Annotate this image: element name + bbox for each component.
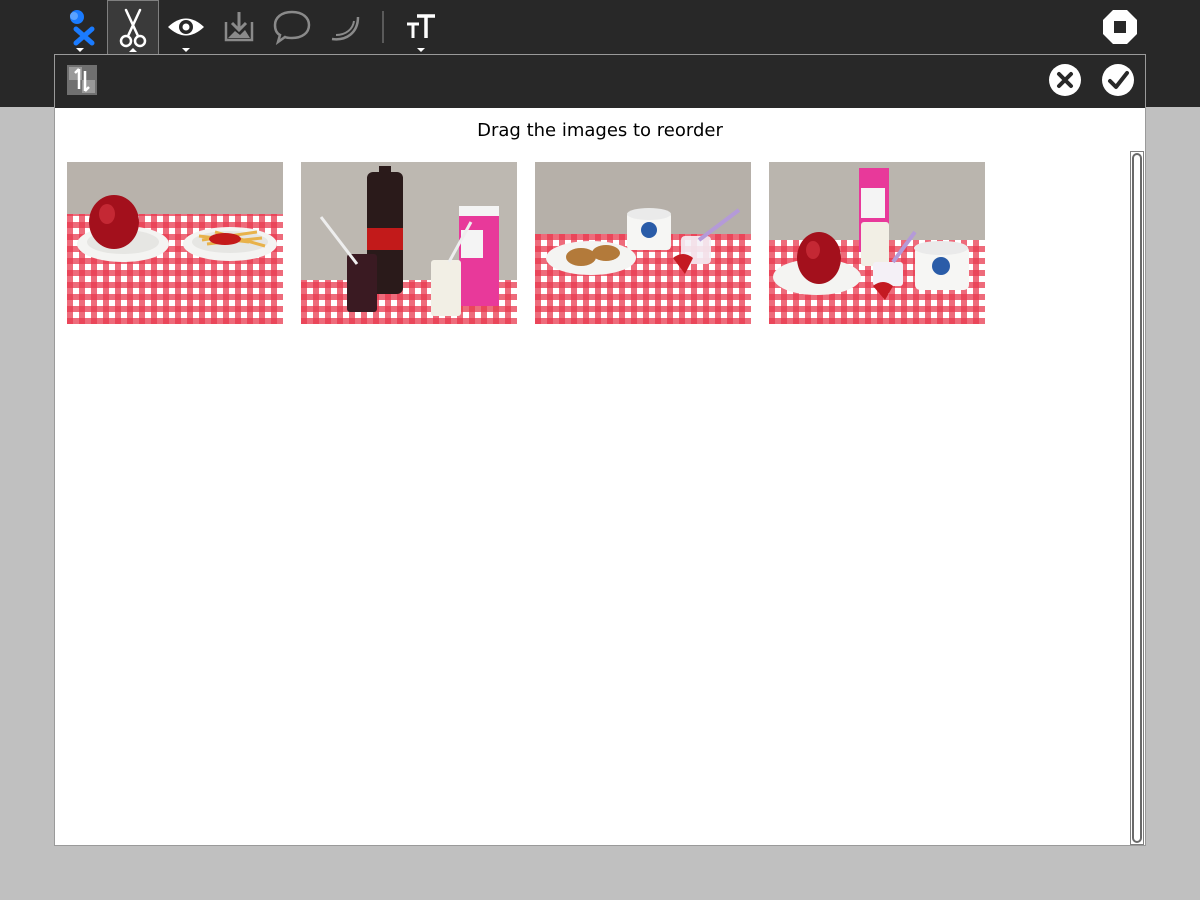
- instruction-text: Drag the images to reorder: [477, 120, 723, 141]
- cancel-button[interactable]: [1048, 63, 1082, 101]
- stop-icon: [1102, 9, 1138, 45]
- speech-bubble-button[interactable]: [266, 0, 318, 54]
- toolbar-band-right: [1146, 54, 1200, 107]
- curve-button[interactable]: [320, 0, 372, 54]
- curve-icon: [328, 9, 364, 45]
- scrollbar-thumb[interactable]: [1132, 153, 1142, 843]
- activity-icon: [60, 7, 100, 47]
- ok-button[interactable]: [1101, 63, 1135, 101]
- activity-menu-arrow-icon: [76, 48, 84, 52]
- view-menu-arrow-icon: [182, 48, 190, 52]
- dialog-toolbar: [55, 55, 1145, 108]
- scissors-icon: [116, 8, 150, 48]
- edit-menu-arrow-icon: [129, 48, 137, 52]
- apple-milk-yogurt-photo[interactable]: [769, 162, 985, 324]
- activity-button[interactable]: [54, 0, 106, 54]
- import-image-icon: [222, 10, 256, 44]
- image-list: [67, 162, 985, 324]
- text-size-menu-arrow-icon: [417, 48, 425, 52]
- view-button[interactable]: [160, 0, 212, 54]
- vertical-scrollbar[interactable]: [1130, 151, 1144, 845]
- stop-button[interactable]: [1094, 0, 1146, 54]
- ok-icon: [1101, 63, 1135, 101]
- import-image-button[interactable]: [213, 0, 265, 54]
- cancel-icon: [1048, 63, 1082, 101]
- edit-button[interactable]: [107, 0, 159, 54]
- cookies-and-yogurt-photo[interactable]: [535, 162, 751, 324]
- reorder-button[interactable]: [65, 65, 99, 99]
- speech-bubble-icon: [272, 9, 312, 45]
- toolbar-band-left: [0, 54, 54, 107]
- text-size-button[interactable]: [395, 0, 447, 54]
- cola-and-milk-photo[interactable]: [301, 162, 517, 324]
- reorder-icon: [65, 63, 99, 101]
- text-size-icon: [404, 10, 438, 44]
- apple-and-fries-photo[interactable]: [67, 162, 283, 324]
- reorder-dialog: Drag the images to reorder: [54, 54, 1146, 846]
- eye-icon: [166, 12, 206, 42]
- main-toolbar: [0, 0, 1200, 54]
- toolbar-separator: [382, 11, 384, 43]
